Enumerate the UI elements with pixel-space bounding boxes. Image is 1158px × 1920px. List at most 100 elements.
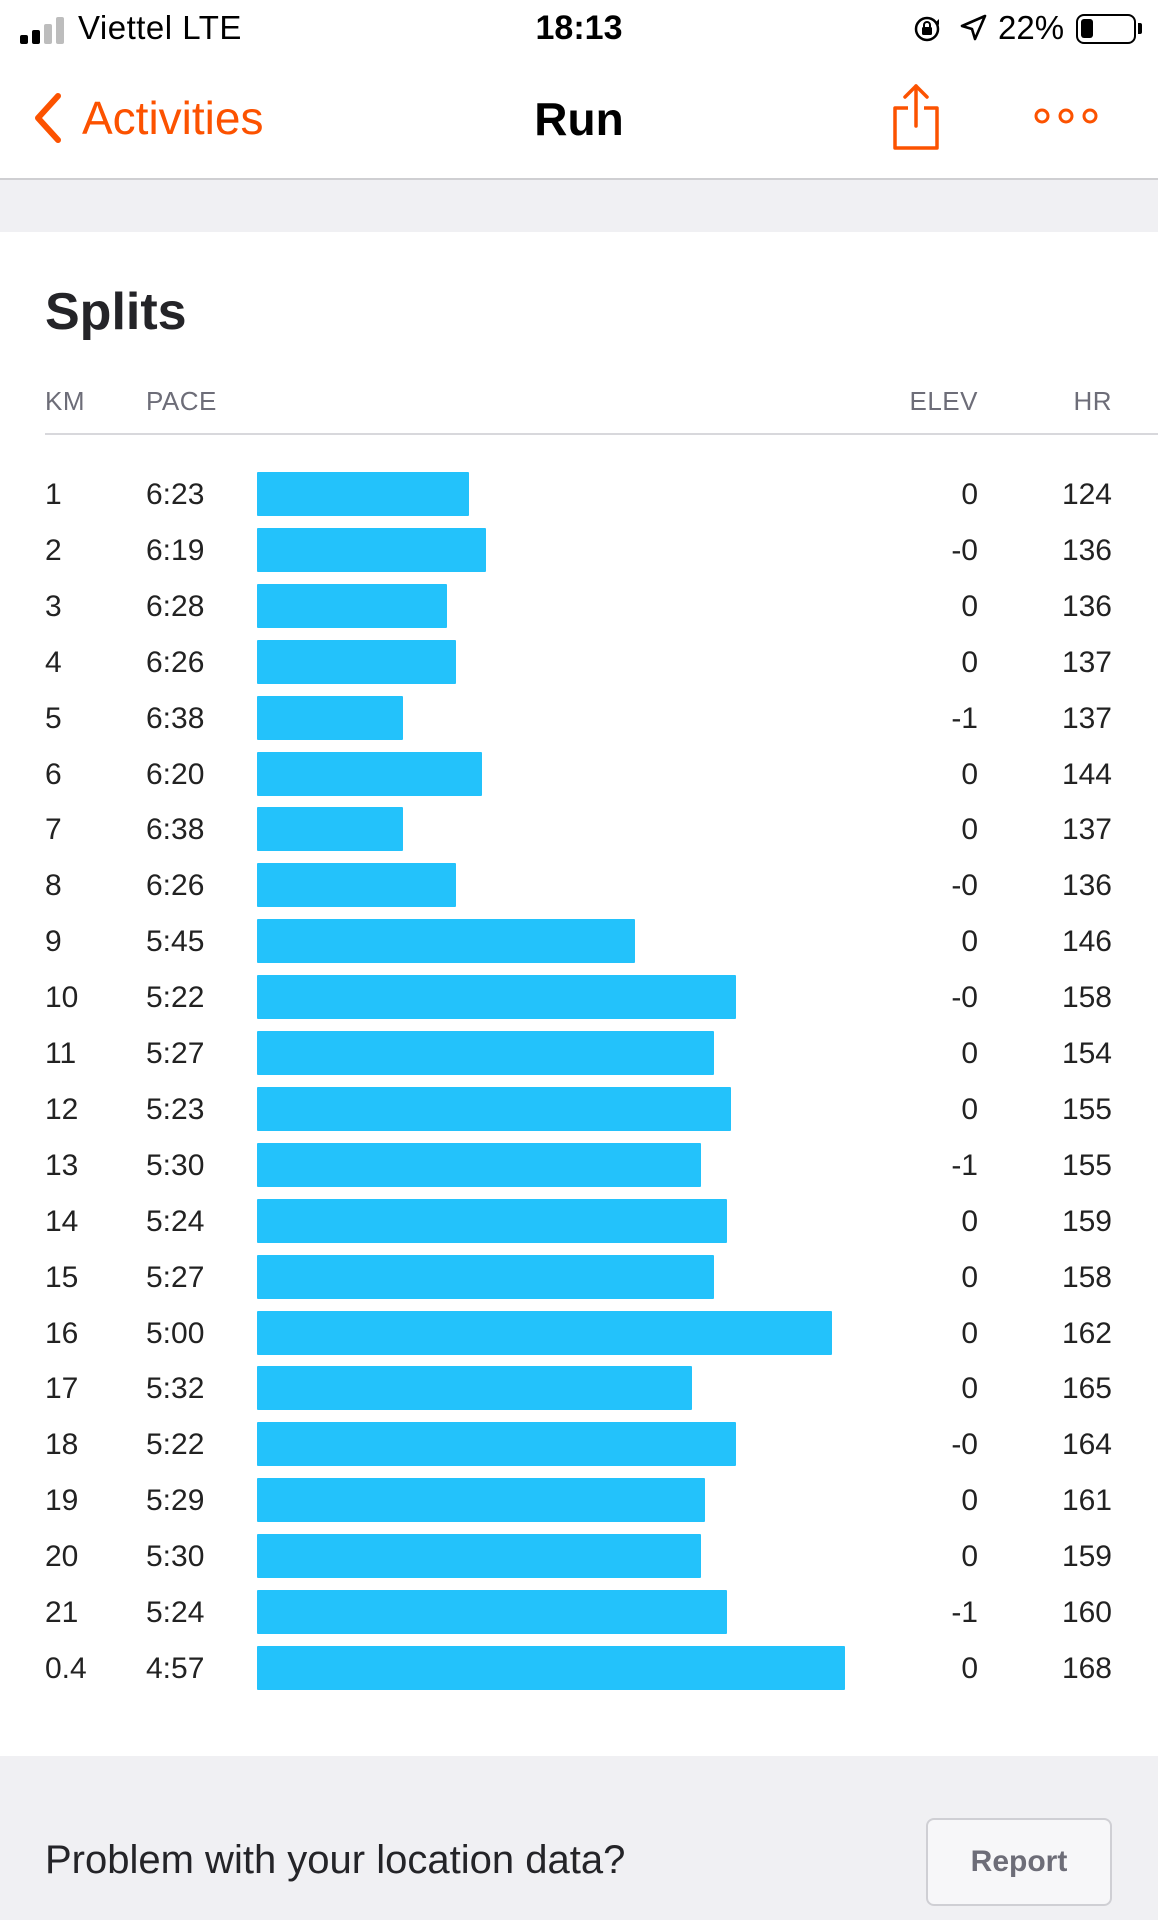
split-pace-bar (257, 695, 403, 740)
split-pace-bar (257, 1310, 832, 1355)
section-divider (0, 180, 1158, 232)
split-pace: 5:30 (146, 1540, 205, 1574)
split-pace-bar (257, 1254, 714, 1299)
split-km: 9 (45, 925, 62, 959)
split-elev: 0 (961, 1260, 978, 1294)
split-elev: -0 (951, 981, 978, 1015)
split-km: 2 (45, 533, 62, 567)
split-km: 16 (45, 1316, 79, 1350)
split-pace: 5:27 (146, 1260, 205, 1294)
split-km: 3 (45, 589, 62, 623)
split-pace-bar (257, 1142, 701, 1187)
split-elev: 0 (961, 1372, 978, 1406)
split-pace: 6:26 (146, 645, 205, 679)
split-km: 20 (45, 1540, 79, 1574)
split-pace: 5:22 (146, 981, 205, 1015)
split-row: 3 6:28 0 136 (0, 582, 1158, 638)
split-pace-bar (257, 919, 635, 964)
split-hr: 165 (1061, 1372, 1112, 1406)
battery-icon (1076, 14, 1136, 44)
split-elev: 0 (961, 1651, 978, 1685)
split-hr: 136 (1061, 589, 1112, 623)
split-km: 19 (45, 1484, 79, 1518)
share-icon[interactable] (888, 82, 944, 152)
split-km: 4 (45, 645, 62, 679)
column-header-hr: HR (1073, 386, 1112, 416)
split-row: 15 5:27 0 158 (0, 1253, 1158, 1309)
split-row: 7 6:38 0 137 (0, 805, 1158, 861)
split-elev: -0 (951, 533, 978, 567)
split-elev: 0 (961, 645, 978, 679)
split-row: 8 6:26 -0 136 (0, 861, 1158, 917)
split-row: 9 5:45 0 146 (0, 917, 1158, 973)
split-row: 4 6:26 0 137 (0, 638, 1158, 694)
splits-card: Splits KM PACE ELEV HR 1 6:23 0 124 2 6:19 -0 1… (0, 232, 1158, 1756)
split-pace-bar (257, 751, 482, 796)
split-pace: 4:57 (146, 1651, 205, 1685)
split-pace: 5:45 (146, 925, 205, 959)
split-pace-bar (257, 1534, 701, 1579)
split-hr: 154 (1061, 1037, 1112, 1070)
split-row: 17 5:32 0 165 (0, 1364, 1158, 1420)
split-elev: -0 (951, 869, 978, 903)
split-row: 18 5:22 -0 164 (0, 1420, 1158, 1476)
split-km: 21 (45, 1596, 79, 1629)
split-row: 10 5:22 -0 158 (0, 973, 1158, 1029)
split-pace-bar (257, 527, 487, 572)
split-elev: 0 (961, 478, 978, 511)
split-row: 6 6:20 0 144 (0, 750, 1158, 806)
split-pace-bar (257, 1031, 714, 1075)
split-hr: 161 (1061, 1484, 1112, 1518)
split-pace-bar (257, 1366, 692, 1411)
split-pace-bar (257, 975, 736, 1020)
split-hr: 137 (1061, 701, 1112, 735)
split-pace: 6:38 (146, 701, 205, 735)
split-km: 1 (45, 478, 62, 511)
report-button[interactable]: Report (926, 1818, 1112, 1906)
split-hr: 155 (1061, 1148, 1112, 1182)
location-problem-text: Problem with your location data? (45, 1838, 626, 1882)
split-row: 21 5:24 -1 160 (0, 1588, 1158, 1644)
split-hr: 136 (1061, 869, 1112, 903)
split-hr: 146 (1061, 925, 1112, 959)
split-hr: 124 (1061, 478, 1112, 511)
split-hr: 168 (1061, 1651, 1112, 1685)
split-elev: 0 (961, 1204, 978, 1238)
column-header-km: KM (45, 386, 85, 416)
location-problem-section: Problem with your location data? Report (0, 1756, 1158, 1920)
split-row: 0.4 4:57 0 168 (0, 1644, 1158, 1700)
split-pace: 5:27 (146, 1037, 205, 1070)
split-hr: 162 (1061, 1316, 1112, 1350)
split-pace: 5:29 (146, 1484, 205, 1518)
split-hr: 155 (1061, 1092, 1112, 1126)
split-row: 12 5:23 0 155 (0, 1085, 1158, 1141)
split-km: 12 (45, 1092, 79, 1126)
split-elev: 0 (961, 813, 978, 847)
split-elev: 0 (961, 589, 978, 623)
battery-percentage: 22% (998, 9, 1065, 46)
split-row: 1 6:23 0 124 (0, 470, 1158, 526)
split-pace-bar (257, 863, 456, 908)
split-elev: 0 (961, 757, 978, 791)
split-elev: 0 (961, 1092, 978, 1126)
split-elev: 0 (961, 1540, 978, 1574)
status-bar: Viettel LTE 18:13 22% (0, 0, 1158, 58)
more-icon[interactable] (1034, 104, 1098, 128)
split-hr: 137 (1061, 645, 1112, 679)
split-km: 11 (45, 1037, 77, 1070)
column-header-pace: PACE (146, 386, 217, 416)
split-pace: 5:30 (146, 1148, 205, 1182)
split-elev: 0 (961, 1316, 978, 1350)
split-pace: 6:38 (146, 813, 205, 847)
split-row: 16 5:00 0 162 (0, 1309, 1158, 1365)
split-pace: 6:23 (146, 478, 205, 511)
split-pace: 6:20 (146, 757, 205, 791)
split-pace-bar (257, 583, 447, 628)
split-elev: -0 (951, 1428, 978, 1462)
split-elev: 0 (961, 1484, 978, 1518)
battery-tip (1138, 23, 1142, 34)
split-row: 14 5:24 0 159 (0, 1197, 1158, 1253)
split-pace-bar (257, 1590, 727, 1634)
split-row: 2 6:19 -0 136 (0, 526, 1158, 582)
split-hr: 160 (1061, 1596, 1112, 1629)
